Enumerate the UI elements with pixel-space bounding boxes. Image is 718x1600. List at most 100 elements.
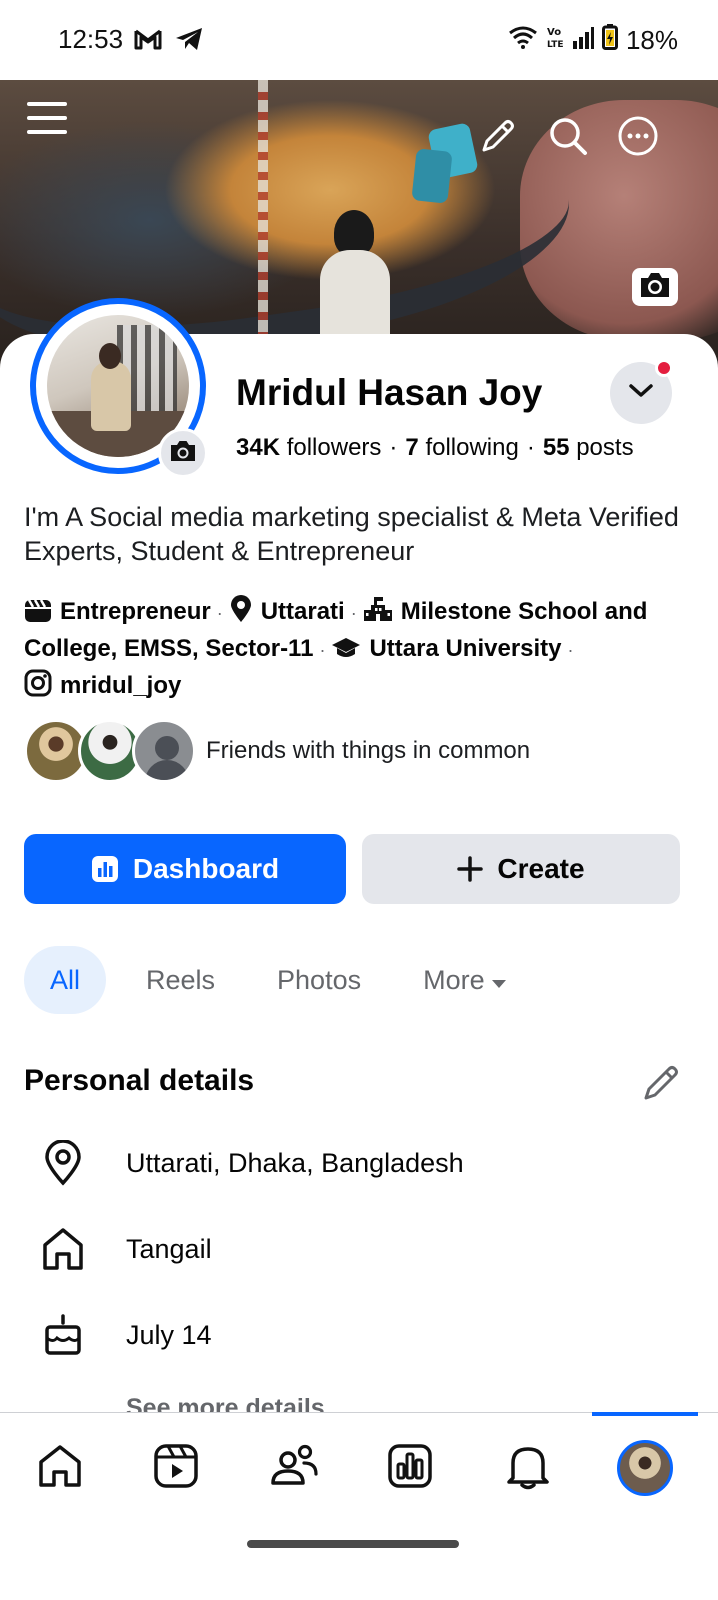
camera-icon xyxy=(638,271,672,304)
status-time: 12:53 xyxy=(58,24,124,54)
intro-role[interactable]: Entrepreneur xyxy=(24,598,211,625)
friends-in-common-text: Friends with things in common xyxy=(206,737,531,764)
intro-separator: · xyxy=(216,603,223,623)
posts-stat[interactable]: 55 posts xyxy=(543,434,634,461)
intro-role-text: Entrepreneur xyxy=(60,598,211,625)
following-stat[interactable]: 7 following xyxy=(405,434,518,461)
bottom-navigation xyxy=(0,1412,718,1600)
dashboard-button[interactable]: Dashboard xyxy=(24,834,346,904)
followers-label: followers xyxy=(286,434,382,461)
caret-down-icon xyxy=(491,965,507,996)
location-pin-icon xyxy=(40,1140,86,1186)
detail-current-city[interactable]: Uttarati, Dhaka, Bangladesh xyxy=(40,1138,464,1188)
detail-text: Uttarati, Dhaka, Bangladesh xyxy=(126,1147,464,1178)
create-button[interactable]: Create xyxy=(362,834,680,904)
menu-icon[interactable] xyxy=(26,98,68,138)
detail-text: July 14 xyxy=(126,1319,212,1350)
cover-camera-button[interactable] xyxy=(632,268,678,306)
following-label: following xyxy=(425,434,519,461)
edit-pencil-icon[interactable] xyxy=(478,116,518,156)
tab-more-label: More xyxy=(423,964,485,995)
intro-instagram[interactable]: mridul_joy xyxy=(24,669,182,699)
profile-stats: 34K followers · 7 following · 55 posts xyxy=(236,434,634,462)
followers-count: 34K xyxy=(236,434,281,461)
edit-pencil-icon[interactable] xyxy=(642,1064,680,1102)
friend-avatar xyxy=(132,719,196,783)
tab-more[interactable]: More xyxy=(401,946,529,1014)
wifi-icon xyxy=(508,25,538,56)
location-pin-icon xyxy=(229,595,253,632)
posts-count: 55 xyxy=(542,434,570,461)
following-count: 7 xyxy=(405,434,419,461)
home-icon xyxy=(40,1226,86,1272)
profile-intro: Entrepreneur · Uttarati · Milestone School a… xyxy=(24,595,704,706)
gmail-icon xyxy=(134,28,162,55)
stats-separator: · xyxy=(526,434,535,461)
notification-dot xyxy=(655,359,673,377)
search-icon[interactable] xyxy=(546,114,590,158)
nav-notifications[interactable] xyxy=(504,1444,552,1492)
tab-reels-label: Reels xyxy=(146,964,216,995)
detail-birthday[interactable]: July 14 xyxy=(40,1310,212,1360)
dashboard-icon xyxy=(387,1443,433,1494)
tab-photos-label: Photos xyxy=(277,964,362,995)
detail-text: Tangail xyxy=(126,1233,212,1264)
home-icon xyxy=(37,1443,83,1494)
bell-icon xyxy=(505,1442,551,1495)
followers-stat[interactable]: 34K followers xyxy=(236,434,381,461)
detail-hometown[interactable]: Tangail xyxy=(40,1224,212,1274)
chevron-down-icon xyxy=(628,383,654,404)
profile-bio: I'm A Social media marketing specialist … xyxy=(24,502,679,566)
intro-instagram-text: mridul_joy xyxy=(60,672,182,699)
active-tab-indicator xyxy=(592,1412,698,1416)
signal-icon xyxy=(572,25,594,56)
intro-location[interactable]: Uttarati xyxy=(229,595,345,625)
telegram-icon xyxy=(174,26,204,57)
birthday-cake-icon xyxy=(40,1312,86,1358)
see-more-details-link[interactable]: See more details xyxy=(126,1394,325,1412)
dashboard-icon xyxy=(91,855,119,883)
camera-icon xyxy=(169,439,197,468)
system-home-indicator[interactable] xyxy=(247,1540,459,1548)
volte-icon: Vo LTE xyxy=(546,24,564,57)
graduation-cap-icon xyxy=(331,636,361,669)
profile-name: Mridul Hasan Joy xyxy=(236,372,543,413)
svg-text:LTE: LTE xyxy=(547,40,564,50)
intro-separator: · xyxy=(567,640,574,660)
intro-university[interactable]: Uttara University xyxy=(331,635,562,662)
reels-icon xyxy=(153,1443,199,1494)
status-bar: 12:53 Vo LTE 18% xyxy=(0,0,718,80)
instagram-icon xyxy=(24,669,52,706)
nav-home[interactable] xyxy=(36,1444,84,1492)
tab-reels[interactable]: Reels xyxy=(124,946,237,1014)
school-icon xyxy=(363,595,393,632)
create-button-label: Create xyxy=(497,853,585,884)
tab-photos[interactable]: Photos xyxy=(255,946,383,1014)
intro-location-text: Uttarati xyxy=(260,598,345,625)
status-notification-icons xyxy=(134,26,204,57)
posts-label: posts xyxy=(576,434,634,461)
friends-icon xyxy=(270,1443,318,1494)
avatar-camera-button[interactable] xyxy=(158,428,208,478)
friends-in-common[interactable]: Friends with things in common xyxy=(24,718,530,784)
profile-tabs: All Reels Photos More xyxy=(24,946,547,1014)
nav-friends[interactable] xyxy=(270,1444,318,1492)
tab-all-label: All xyxy=(49,964,80,995)
intro-separator: · xyxy=(319,640,326,660)
personal-details-title: Personal details xyxy=(24,1064,255,1097)
nav-dashboard[interactable] xyxy=(386,1443,434,1494)
tab-all[interactable]: All xyxy=(24,946,106,1014)
dashboard-button-label: Dashboard xyxy=(132,853,280,884)
battery-percent: 18% xyxy=(625,25,678,55)
nav-profile-avatar[interactable] xyxy=(617,1440,673,1496)
intro-university-text: Uttara University xyxy=(369,635,562,662)
stats-separator: · xyxy=(389,434,398,461)
plus-icon xyxy=(457,856,484,882)
svg-text:Vo: Vo xyxy=(547,27,561,38)
cover-photo-container xyxy=(411,148,453,204)
intro-separator: · xyxy=(350,603,357,623)
nav-reels[interactable] xyxy=(152,1443,200,1494)
more-icon[interactable] xyxy=(616,114,660,158)
battery-icon xyxy=(601,24,618,57)
briefcase-icon xyxy=(24,599,52,632)
